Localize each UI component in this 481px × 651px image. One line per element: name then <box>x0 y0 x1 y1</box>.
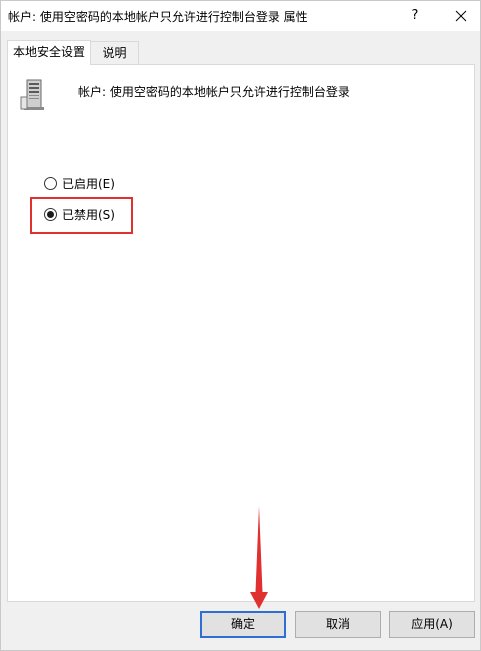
policy-name-label: 帐户: 使用空密码的本地帐户只允许进行控制台登录 <box>78 85 350 99</box>
tab-panel: 帐户: 使用空密码的本地帐户只允许进行控制台登录 已启用(E) 已禁用(S) <box>7 64 475 602</box>
radio-enabled-label: 已启用(E) <box>62 176 115 191</box>
close-button[interactable] <box>442 1 480 31</box>
help-button[interactable]: ? <box>398 1 432 31</box>
title-bar: 帐户: 使用空密码的本地帐户只允许进行控制台登录 属性 ? <box>1 1 480 31</box>
radio-enabled[interactable]: 已启用(E) <box>44 173 115 193</box>
apply-button[interactable]: 应用(A) <box>389 611 475 638</box>
ok-button[interactable]: 确定 <box>200 611 286 638</box>
window-title: 帐户: 使用空密码的本地帐户只允许进行控制台登录 属性 <box>8 10 308 24</box>
cancel-button[interactable]: 取消 <box>295 611 381 638</box>
close-icon <box>455 10 467 22</box>
highlight-annotation <box>30 197 133 234</box>
tab-local-security-setting[interactable]: 本地安全设置 <box>7 40 91 65</box>
policy-server-icon <box>20 79 44 110</box>
radio-circle-enabled[interactable] <box>44 176 57 190</box>
properties-dialog: 帐户: 使用空密码的本地帐户只允许进行控制台登录 属性 ? 本地安全设置 说明 … <box>0 0 481 651</box>
tab-explain[interactable]: 说明 <box>90 41 139 64</box>
